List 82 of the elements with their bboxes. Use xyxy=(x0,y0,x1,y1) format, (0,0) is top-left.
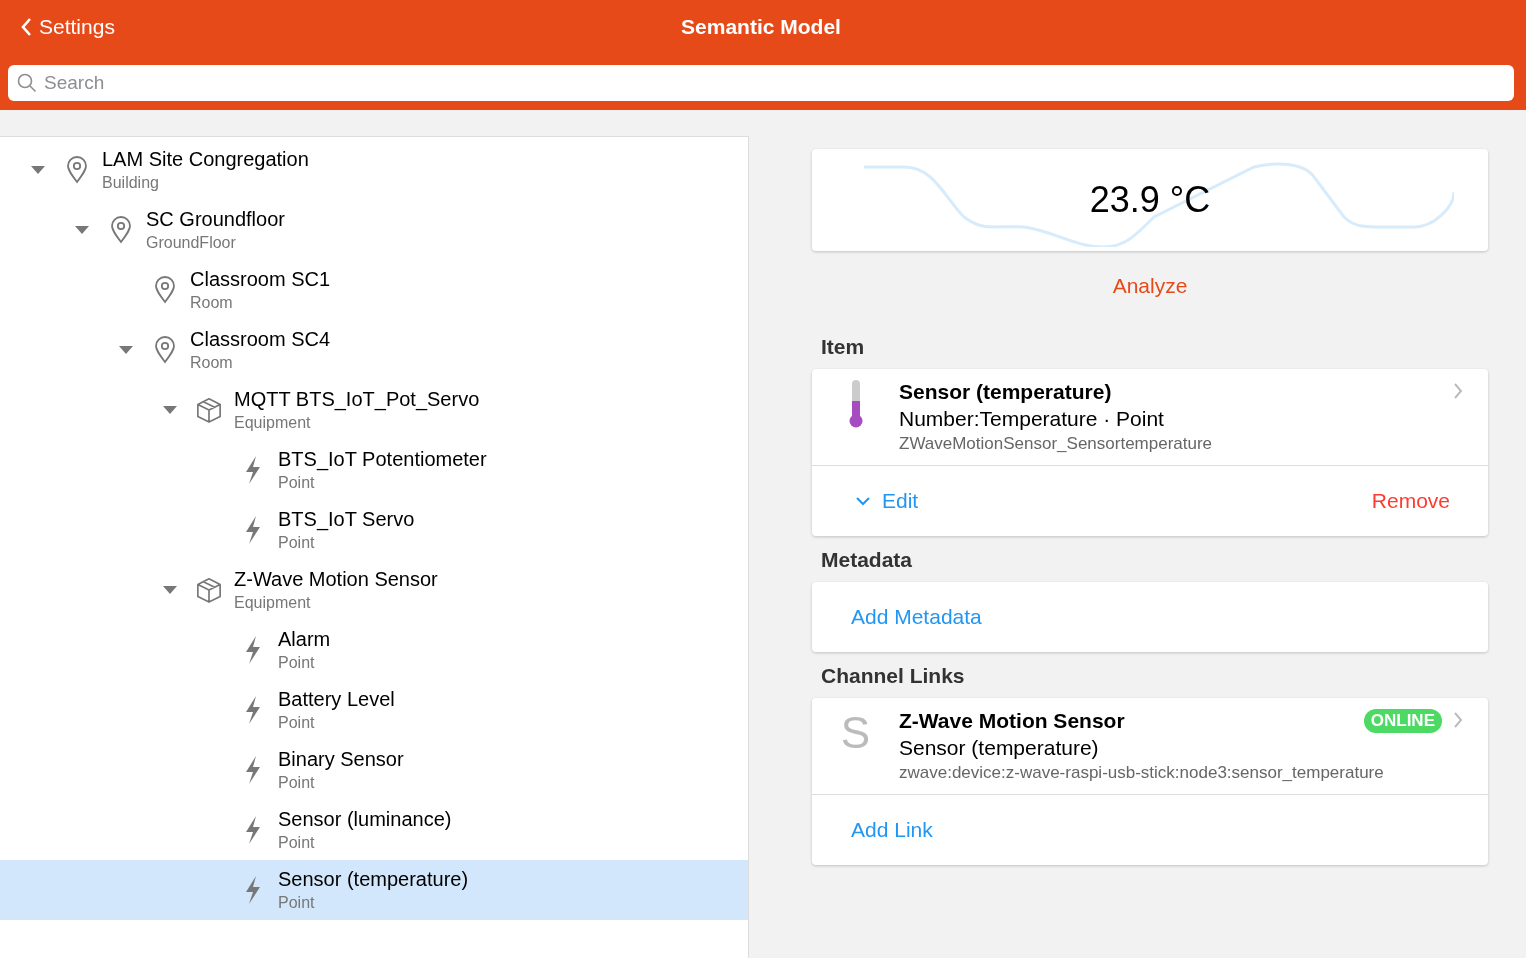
tree-item-name: LAM Site Congregation xyxy=(102,147,309,172)
item-list-row[interactable]: Sensor (temperature) Number:Temperature · Point ZWaveMotionSensor_Sensortemperature xyxy=(812,369,1488,466)
search-icon xyxy=(17,73,37,93)
tree-item[interactable]: Binary Sensor Point xyxy=(0,740,748,800)
channel-subtitle: Sensor (temperature) xyxy=(899,735,1099,761)
box-icon xyxy=(196,396,222,424)
tree-item-type: Point xyxy=(278,833,316,853)
map-pin-icon xyxy=(154,336,176,364)
status-badge: ONLINE xyxy=(1363,709,1442,733)
tree-item-name: Classroom SC4 xyxy=(190,327,331,352)
map-pin-icon xyxy=(154,276,176,304)
tree-item-type: Point xyxy=(278,473,316,493)
tree-item-type: GroundFloor xyxy=(146,233,237,253)
section-heading: Channel Links xyxy=(821,664,966,688)
expand-toggle-icon[interactable] xyxy=(30,165,46,175)
tree-item-name: SC Groundfloor xyxy=(146,207,285,232)
tree-item[interactable]: LAM Site Congregation Building xyxy=(0,140,748,200)
tree-item-type: Building xyxy=(102,173,160,193)
lightning-bolt-icon xyxy=(243,875,263,905)
channel-letter-icon: S xyxy=(812,708,899,758)
tree-item-type: Point xyxy=(278,713,316,733)
search-field[interactable]: Search xyxy=(8,65,1514,101)
back-button[interactable]: Settings xyxy=(8,15,168,39)
item-name: ZWaveMotionSensor_Sensortemperature xyxy=(899,433,1213,455)
tree-item-name: MQTT BTS_IoT_Pot_Servo xyxy=(234,387,480,412)
box-icon xyxy=(196,576,222,604)
tree-item[interactable]: Classroom SC1 Room xyxy=(0,260,748,320)
tree-item[interactable]: Z-Wave Motion Sensor Equipment xyxy=(0,560,748,620)
tree-item-type: Room xyxy=(190,293,234,313)
expand-toggle-icon[interactable] xyxy=(74,225,90,235)
thermometer-icon xyxy=(848,379,863,429)
page-title: Semantic Model xyxy=(680,15,842,39)
tree-item[interactable]: MQTT BTS_IoT_Pot_Servo Equipment xyxy=(0,380,748,440)
chevron-right-icon xyxy=(1453,712,1463,728)
tree-item-name: Binary Sensor xyxy=(278,747,404,772)
tree-item[interactable]: BTS_IoT Potentiometer Point xyxy=(0,440,748,500)
tree-item[interactable]: Classroom SC4 Room xyxy=(0,320,748,380)
map-pin-icon xyxy=(110,216,132,244)
tree-item[interactable]: Sensor (temperature) Point xyxy=(0,860,748,920)
lightning-bolt-icon xyxy=(243,515,263,545)
section-heading: Item xyxy=(821,335,866,359)
tree-item-name: Sensor (luminance) xyxy=(278,807,452,832)
tree-item-name: Alarm xyxy=(278,627,331,652)
tree-item[interactable]: BTS_IoT Servo Point xyxy=(0,500,748,560)
tree-item-name: Classroom SC1 xyxy=(190,267,331,292)
tree-item-type: Point xyxy=(278,533,316,553)
tree-item[interactable]: Alarm Point xyxy=(0,620,748,680)
tree-item-type: Equipment xyxy=(234,593,312,613)
channel-title: Z-Wave Motion Sensor xyxy=(899,708,1125,734)
tree-item[interactable]: SC Groundfloor GroundFloor xyxy=(0,200,748,260)
lightning-bolt-icon xyxy=(243,635,263,665)
tree-item-type: Room xyxy=(190,353,234,373)
lightning-bolt-icon xyxy=(243,755,263,785)
tree-item[interactable]: Battery Level Point xyxy=(0,680,748,740)
tree-item-type: Point xyxy=(278,893,316,913)
state-value: 23.9 °C xyxy=(1089,179,1211,221)
section-heading: Metadata xyxy=(821,548,914,572)
tree-item-name: Z-Wave Motion Sensor xyxy=(234,567,438,592)
tree-item-type: Point xyxy=(278,773,316,793)
item-title: Sensor (temperature) xyxy=(899,379,1112,405)
expand-toggle-icon[interactable] xyxy=(162,585,178,595)
channel-link-row[interactable]: S Z-Wave Motion Sensor ONLINE Sensor (temperature) zwave:device:z-wave-raspi-usb-stick:node3:sensor_temperature xyxy=(812,698,1488,795)
map-pin-icon xyxy=(66,156,88,184)
tree-item-name: BTS_IoT Potentiometer xyxy=(278,447,487,472)
lightning-bolt-icon xyxy=(243,815,263,845)
analyze-link[interactable]: Analyze xyxy=(1106,273,1194,299)
lightning-bolt-icon xyxy=(243,695,263,725)
chevron-down-icon xyxy=(856,496,870,506)
remove-button[interactable]: Remove xyxy=(1371,489,1450,513)
tree-item-name: BTS_IoT Servo xyxy=(278,507,415,532)
expand-toggle-icon[interactable] xyxy=(118,345,134,355)
tree-item-type: Equipment xyxy=(234,413,312,433)
tree-item-name: Sensor (temperature) xyxy=(278,867,469,892)
tree-item[interactable]: Sensor (luminance) Point xyxy=(0,800,748,860)
tree-item-name: Battery Level xyxy=(278,687,395,712)
lightning-bolt-icon xyxy=(243,455,263,485)
tree-item-type: Point xyxy=(278,653,316,673)
channel-uid: zwave:device:z-wave-raspi-usb-stick:node3:sensor_temperature xyxy=(899,762,1384,784)
chevron-right-icon xyxy=(1453,383,1463,399)
expand-toggle-icon[interactable] xyxy=(162,405,178,415)
back-chevron-icon xyxy=(20,17,32,37)
item-subtitle: Number:Temperature · Point xyxy=(899,406,1164,432)
